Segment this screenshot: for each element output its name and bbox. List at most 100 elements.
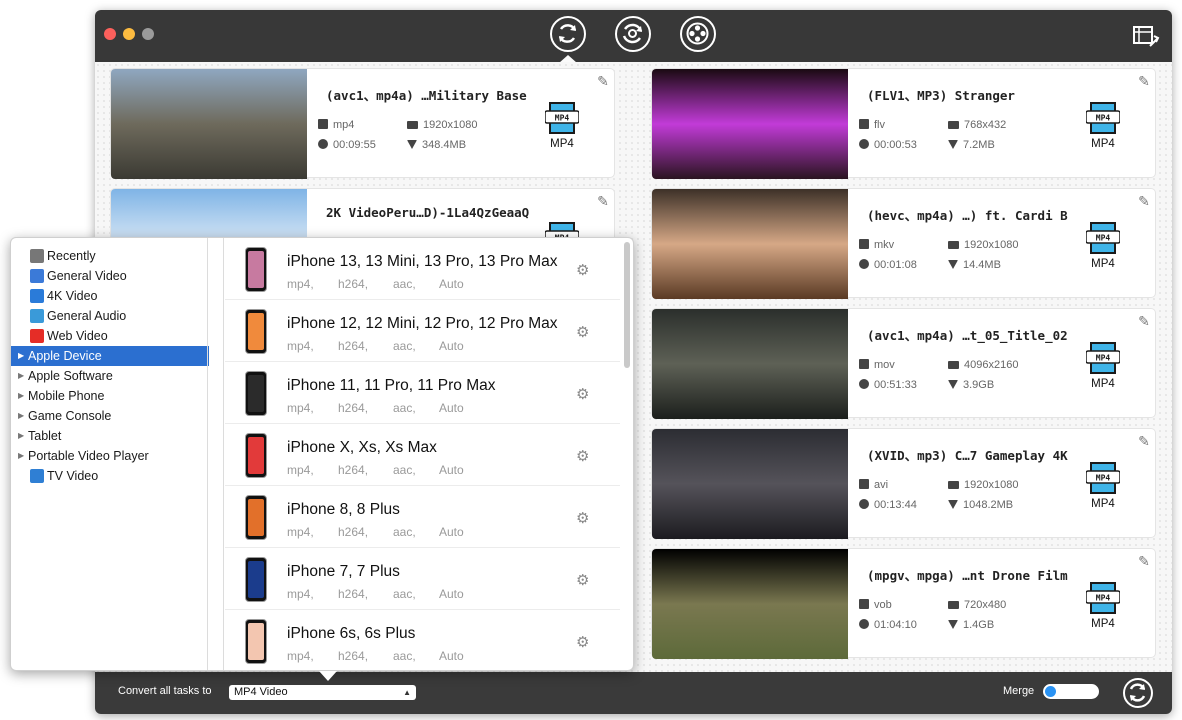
output-format-label: MP4 [550, 138, 574, 150]
close-window-button[interactable] [104, 28, 116, 40]
screen-icon [948, 601, 959, 609]
bottom-bar: Convert all tasks to MP4 Video ▲ Merge [95, 672, 1172, 714]
disclosure-triangle-icon[interactable]: ▶ [18, 366, 24, 386]
edit-pencil-icon[interactable]: ✎ [1136, 553, 1152, 569]
video-thumbnail[interactable] [111, 69, 307, 179]
video-size: 348.4MB [407, 139, 466, 151]
disclosure-triangle-icon[interactable]: ▶ [18, 426, 24, 446]
edit-pencil-icon[interactable]: ✎ [1136, 193, 1152, 209]
device-preset-row[interactable]: iPhone 11, 11 Pro, 11 Pro Max mp4, h264,… [225, 362, 620, 424]
convert-list-icon[interactable] [1132, 24, 1160, 48]
gear-icon[interactable]: ⚙ [576, 509, 589, 527]
edit-pencil-icon[interactable]: ✎ [1136, 73, 1152, 89]
spec-audio-codec: aac, [393, 339, 416, 353]
device-list-scrollbar[interactable] [624, 242, 630, 368]
film-icon [859, 599, 869, 609]
download-icon [948, 140, 958, 149]
device-name: iPhone 12, 12 Mini, 12 Pro, 12 Pro Max [287, 315, 558, 332]
video-card[interactable]: (mpgv、mpga) …nt Drone Film vob 720x480 0… [651, 548, 1156, 659]
video-card[interactable]: (hevc、mp4a) …) ft. Cardi B mkv 1920x1080… [651, 188, 1156, 299]
spec-audio-codec: aac, [393, 277, 416, 291]
category-item[interactable]: ▶ Mobile Phone [11, 386, 209, 406]
video-card[interactable]: (FLV1、MP3) Stranger flv 768x432 00:00:53… [651, 68, 1156, 179]
video-format: flv [859, 119, 885, 131]
category-item[interactable]: ▶ Portable Video Player [11, 446, 209, 466]
category-item[interactable]: 4K Video [11, 286, 209, 306]
category-item[interactable]: TV Video [11, 466, 209, 486]
video-card[interactable]: (avc1、mp4a) …t_05_Title_02 mov 4096x2160… [651, 308, 1156, 419]
output-format-select[interactable]: MP4 Video ▲ [229, 685, 416, 700]
mp4-format-icon[interactable]: MP4 [1086, 342, 1120, 374]
video-thumbnail[interactable] [652, 429, 848, 539]
music-note-icon [30, 309, 44, 323]
spec-audio-codec: aac, [393, 587, 416, 601]
category-item[interactable]: Recently [11, 246, 209, 266]
disclosure-triangle-icon[interactable]: ▶ [18, 386, 24, 406]
gear-icon[interactable]: ⚙ [576, 633, 589, 651]
gear-icon[interactable]: ⚙ [576, 261, 589, 279]
convert-tab-button[interactable] [550, 16, 586, 52]
spec-resolution: Auto [439, 525, 464, 539]
category-item[interactable]: ▶ Apple Device [11, 346, 209, 366]
edit-pencil-icon[interactable]: ✎ [1136, 433, 1152, 449]
video-size: 1048.2MB [948, 499, 1013, 511]
spec-resolution: Auto [439, 463, 464, 477]
mp4-format-icon[interactable]: MP4 [545, 102, 579, 134]
video-thumbnail[interactable] [652, 189, 848, 299]
disclosure-triangle-icon[interactable]: ▶ [18, 346, 24, 366]
category-item[interactable]: ▶ Tablet [11, 426, 209, 446]
gear-icon[interactable]: ⚙ [576, 385, 589, 403]
video-title: (avc1、mp4a) …t_05_Title_02 [867, 328, 1068, 343]
category-item[interactable]: ▶ Apple Software [11, 366, 209, 386]
spec-resolution: Auto [439, 277, 464, 291]
video-card[interactable]: (XVID、mp3) C…7 Gameplay 4K avi 1920x1080… [651, 428, 1156, 539]
device-preset-row[interactable]: iPhone X, Xs, Xs Max mp4, h264, aac, Aut… [225, 424, 620, 486]
clock-icon [859, 379, 869, 389]
iphone-image [245, 247, 267, 292]
gear-icon[interactable]: ⚙ [576, 323, 589, 341]
gear-icon[interactable]: ⚙ [576, 447, 589, 465]
video-duration: 01:04:10 [859, 619, 917, 631]
edit-pencil-icon[interactable]: ✎ [595, 73, 611, 89]
device-preset-row[interactable]: iPhone 13, 13 Mini, 13 Pro, 13 Pro Max m… [225, 238, 620, 300]
svg-text:MP4: MP4 [1096, 354, 1111, 363]
mp4-format-icon[interactable]: MP4 [1086, 462, 1120, 494]
device-preset-row[interactable]: iPhone 6s, 6s Plus mp4, h264, aac, Auto … [225, 610, 620, 670]
clock-icon [859, 619, 869, 629]
device-preset-row[interactable]: iPhone 7, 7 Plus mp4, h264, aac, Auto ⚙ [225, 548, 620, 610]
minimize-window-button[interactable] [123, 28, 135, 40]
svg-text:MP4: MP4 [1096, 594, 1111, 603]
output-format-label: MP4 [1091, 378, 1115, 390]
disclosure-triangle-icon[interactable]: ▶ [18, 406, 24, 426]
video-card[interactable]: (avc1、mp4a) …Military Base mp4 1920x1080… [110, 68, 615, 179]
clock-icon [30, 249, 44, 263]
merge-toggle[interactable] [1043, 684, 1099, 699]
device-preset-row[interactable]: iPhone 12, 12 Mini, 12 Pro, 12 Pro Max m… [225, 300, 620, 362]
film-tab-button[interactable] [680, 16, 716, 52]
spec-resolution: Auto [439, 401, 464, 415]
output-format-label: MP4 [1091, 498, 1115, 510]
video-thumbnail[interactable] [652, 549, 848, 659]
edit-pencil-icon[interactable]: ✎ [595, 193, 611, 209]
edit-pencil-icon[interactable]: ✎ [1136, 313, 1152, 329]
category-item[interactable]: General Audio [11, 306, 209, 326]
category-label: Recently [47, 249, 96, 263]
mp4-format-icon[interactable]: MP4 [1086, 582, 1120, 614]
video-thumbnail[interactable] [652, 69, 848, 179]
category-item[interactable]: ▶ Game Console [11, 406, 209, 426]
output-format-label: MP4 [1091, 618, 1115, 630]
category-item[interactable]: General Video [11, 266, 209, 286]
clock-icon [859, 259, 869, 269]
category-item[interactable]: Web Video [11, 326, 209, 346]
gear-icon[interactable]: ⚙ [576, 571, 589, 589]
device-name: iPhone 13, 13 Mini, 13 Pro, 13 Pro Max [287, 253, 558, 270]
mp4-format-icon[interactable]: MP4 [1086, 222, 1120, 254]
rotate-tab-button[interactable] [615, 16, 651, 52]
video-thumbnail[interactable] [652, 309, 848, 419]
disclosure-triangle-icon[interactable]: ▶ [18, 446, 24, 466]
mp4-format-icon[interactable]: MP4 [1086, 102, 1120, 134]
convert-all-button[interactable] [1123, 678, 1153, 708]
device-preset-row[interactable]: iPhone 8, 8 Plus mp4, h264, aac, Auto ⚙ [225, 486, 620, 548]
video-title: (FLV1、MP3) Stranger [867, 88, 1015, 103]
zoom-window-button[interactable] [142, 28, 154, 40]
